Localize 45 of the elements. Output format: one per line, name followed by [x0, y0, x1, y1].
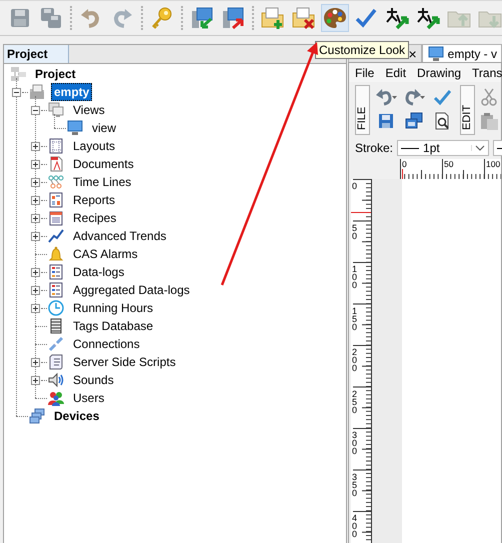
editor-tab[interactable]: empty - v: [422, 44, 502, 62]
tree-item[interactable]: empty: [51, 83, 92, 101]
tree-item[interactable]: Devices: [51, 407, 102, 425]
tooltip: Customize Look: [315, 41, 410, 59]
tree-item[interactable]: Running Hours: [70, 299, 156, 317]
close-button[interactable]: ×: [408, 46, 417, 62]
tree-item[interactable]: Connections: [70, 335, 143, 353]
tree-item[interactable]: Advanced Trends: [70, 227, 170, 245]
ruler-label: 100: [486, 159, 502, 169]
tree-item[interactable]: Recipes: [70, 209, 120, 227]
ruler-label: 50: [352, 224, 357, 240]
menu-item[interactable]: Trans: [472, 66, 502, 80]
ruler-label: 250: [352, 390, 357, 414]
menu-item[interactable]: File: [355, 66, 374, 80]
tree-item[interactable]: Aggregated Data-logs: [70, 281, 193, 299]
menu-item[interactable]: Edit: [385, 66, 406, 80]
menu-item[interactable]: Drawing: [417, 66, 462, 80]
tree-item[interactable]: Sounds: [70, 371, 117, 389]
ruler-label: 300: [352, 431, 357, 455]
tree-item[interactable]: Time Lines: [70, 173, 134, 191]
project-tab[interactable]: Project: [4, 45, 69, 63]
tab-label: empty - v: [448, 46, 497, 60]
stroke-dropdown[interactable]: 1pt: [397, 140, 490, 156]
tree-item[interactable]: Server Side Scripts: [70, 353, 179, 371]
ribbon-tab[interactable]: FILE: [355, 85, 370, 135]
ruler-label: 200: [352, 348, 357, 372]
ruler-label: 150: [352, 306, 357, 330]
ruler-label: 400: [352, 514, 357, 538]
ruler-label: 0: [402, 159, 408, 169]
ruler-label: 100: [352, 265, 357, 289]
tree-item[interactable]: Tags Database: [70, 317, 156, 335]
stroke-label: Stroke:: [355, 141, 394, 155]
ruler-label: 350: [352, 472, 357, 496]
tree-item[interactable]: CAS Alarms: [70, 245, 141, 263]
tree-item[interactable]: Documents: [70, 155, 137, 173]
ruler-label: 0: [352, 182, 357, 190]
tree-item[interactable]: Project: [32, 65, 79, 83]
tree-item[interactable]: Layouts: [70, 137, 118, 155]
tree-item[interactable]: Views: [70, 101, 108, 119]
tree-item[interactable]: Users: [70, 389, 108, 407]
ruler-label: 50: [444, 159, 454, 169]
tree-item[interactable]: Reports: [70, 191, 118, 209]
ribbon-tab[interactable]: EDIT: [460, 85, 475, 135]
tree-item[interactable]: view: [89, 119, 120, 137]
tree-item[interactable]: Data-logs: [70, 263, 128, 281]
